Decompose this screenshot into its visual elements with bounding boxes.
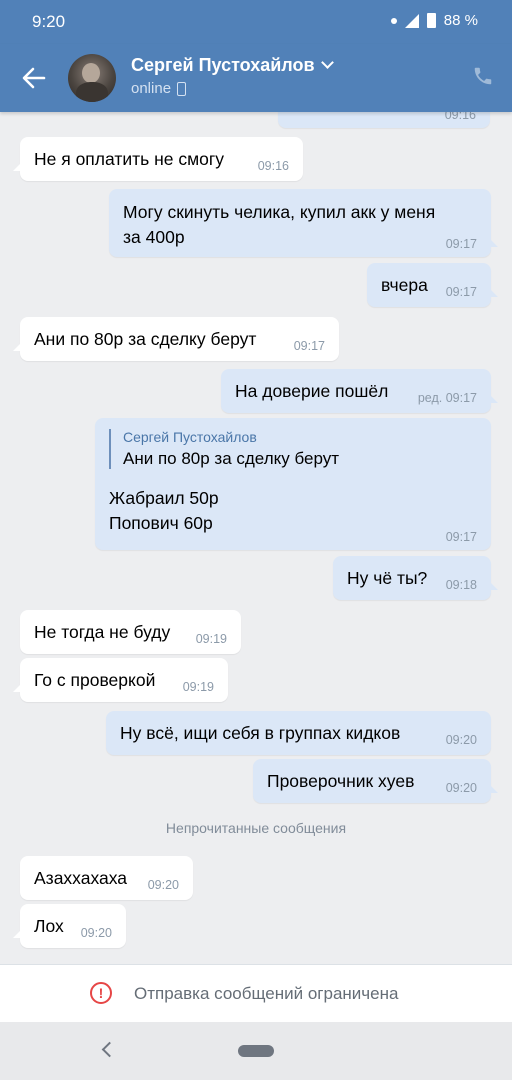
- message-time: 09:17: [293, 339, 325, 353]
- message-outgoing-reply[interactable]: Сергей Пустохайлов Ани по 80р за сделку …: [95, 418, 491, 550]
- avatar[interactable]: [68, 54, 116, 102]
- chat-header: Сергей Пустохайлов online: [0, 44, 512, 112]
- message-text: Могу скинуть челика, купил акк у меня: [123, 202, 436, 222]
- signal-icon: [404, 13, 419, 28]
- reply-quote[interactable]: Сергей Пустохайлов Ани по 80р за сделку …: [109, 429, 339, 469]
- message-outgoing[interactable]: Могу скинуть челика, купил акк у меня за…: [109, 189, 498, 257]
- nav-back-icon[interactable]: [101, 1041, 118, 1058]
- message-incoming[interactable]: Ани по 80р за сделку берут 09:17: [13, 317, 339, 361]
- message-list[interactable]: 09:16 Не я оплатить не смогу 09:16 Могу …: [0, 112, 512, 964]
- status-time: 9:20: [32, 12, 66, 31]
- phone-icon[interactable]: [472, 65, 494, 87]
- message-outgoing[interactable]: вчера 09:17: [367, 263, 498, 307]
- battery-icon: [426, 13, 436, 28]
- message-time: 09:20: [147, 878, 179, 892]
- message-text: Ну чё ты?: [347, 568, 428, 588]
- message-text: Азаххахаха: [34, 868, 128, 888]
- message-text: Го с проверкой: [34, 670, 156, 690]
- message-time: 09:18: [445, 578, 477, 592]
- status-icons: 88 %: [390, 12, 478, 29]
- message-time: 09:16: [257, 159, 289, 173]
- chevron-down-icon: [320, 56, 334, 69]
- message-outgoing[interactable]: На доверие пошёл ред. 09:17: [221, 369, 498, 413]
- message-incoming[interactable]: Не я оплатить не смогу 09:16: [13, 137, 303, 181]
- message-time: 09:19: [195, 632, 227, 646]
- battery-percent: 88 %: [443, 12, 478, 29]
- contact-name[interactable]: Сергей Пустохайлов: [131, 55, 334, 76]
- message-text: Жабраил 50р: [109, 488, 219, 508]
- message-text: Проверочник хуев: [267, 771, 415, 791]
- message-time: 09:20: [445, 733, 477, 747]
- nav-home-pill[interactable]: [238, 1045, 274, 1057]
- message-time: 09:17: [445, 530, 477, 544]
- contact-status: online: [131, 80, 187, 97]
- arrow-left-icon[interactable]: [20, 64, 48, 92]
- quote-text: Ани по 80р за сделку берут: [123, 449, 340, 468]
- message-incoming[interactable]: Азаххахаха 09:20: [20, 856, 193, 900]
- quote-author: Сергей Пустохайлов: [123, 429, 257, 445]
- notification-dot-icon: [390, 17, 397, 24]
- message-incoming[interactable]: Лох 09:20: [13, 904, 126, 948]
- message-outgoing[interactable]: Ну чё ты? 09:18: [333, 556, 498, 600]
- message-time: 09:20: [80, 926, 112, 940]
- message-outgoing[interactable]: Проверочник хуев 09:20: [253, 759, 498, 803]
- mobile-icon: [177, 81, 187, 96]
- message-time: 09:17: [445, 237, 477, 251]
- message-text: Лох: [34, 916, 64, 936]
- message-text: Ани по 80р за сделку берут: [34, 329, 257, 349]
- unread-divider: Непрочитанные сообщения: [165, 820, 347, 836]
- restriction-notice: Отправка сообщений ограничена: [134, 984, 399, 1003]
- message-time: 09:16: [444, 112, 476, 122]
- alert-circle-icon: !: [90, 982, 112, 1004]
- message-text: Ну всё, ищи себя в группах кидков: [120, 723, 401, 743]
- message-outgoing[interactable]: 09:16: [278, 112, 490, 128]
- message-time: 09:19: [182, 680, 214, 694]
- message-incoming[interactable]: Не тогда не буду 09:19: [20, 610, 241, 654]
- message-incoming[interactable]: Го с проверкой 09:19: [13, 658, 228, 702]
- message-text: вчера: [381, 275, 428, 295]
- message-text: На доверие пошёл: [235, 381, 389, 401]
- system-nav-bar: [0, 1022, 512, 1080]
- message-text: за 400р: [123, 227, 185, 247]
- message-text: Не я оплатить не смогу: [34, 149, 225, 169]
- status-bar: 9:20 88 %: [0, 0, 512, 44]
- message-text: Попович 60р: [109, 513, 213, 533]
- message-outgoing[interactable]: Ну всё, ищи себя в группах кидков 09:20: [106, 711, 491, 755]
- message-text: Не тогда не буду: [34, 622, 171, 642]
- message-time: 09:17: [445, 285, 477, 299]
- message-time: ред. 09:17: [417, 391, 477, 405]
- message-time: 09:20: [445, 781, 477, 795]
- messaging-restricted-bar: ! Отправка сообщений ограничена: [0, 964, 512, 1023]
